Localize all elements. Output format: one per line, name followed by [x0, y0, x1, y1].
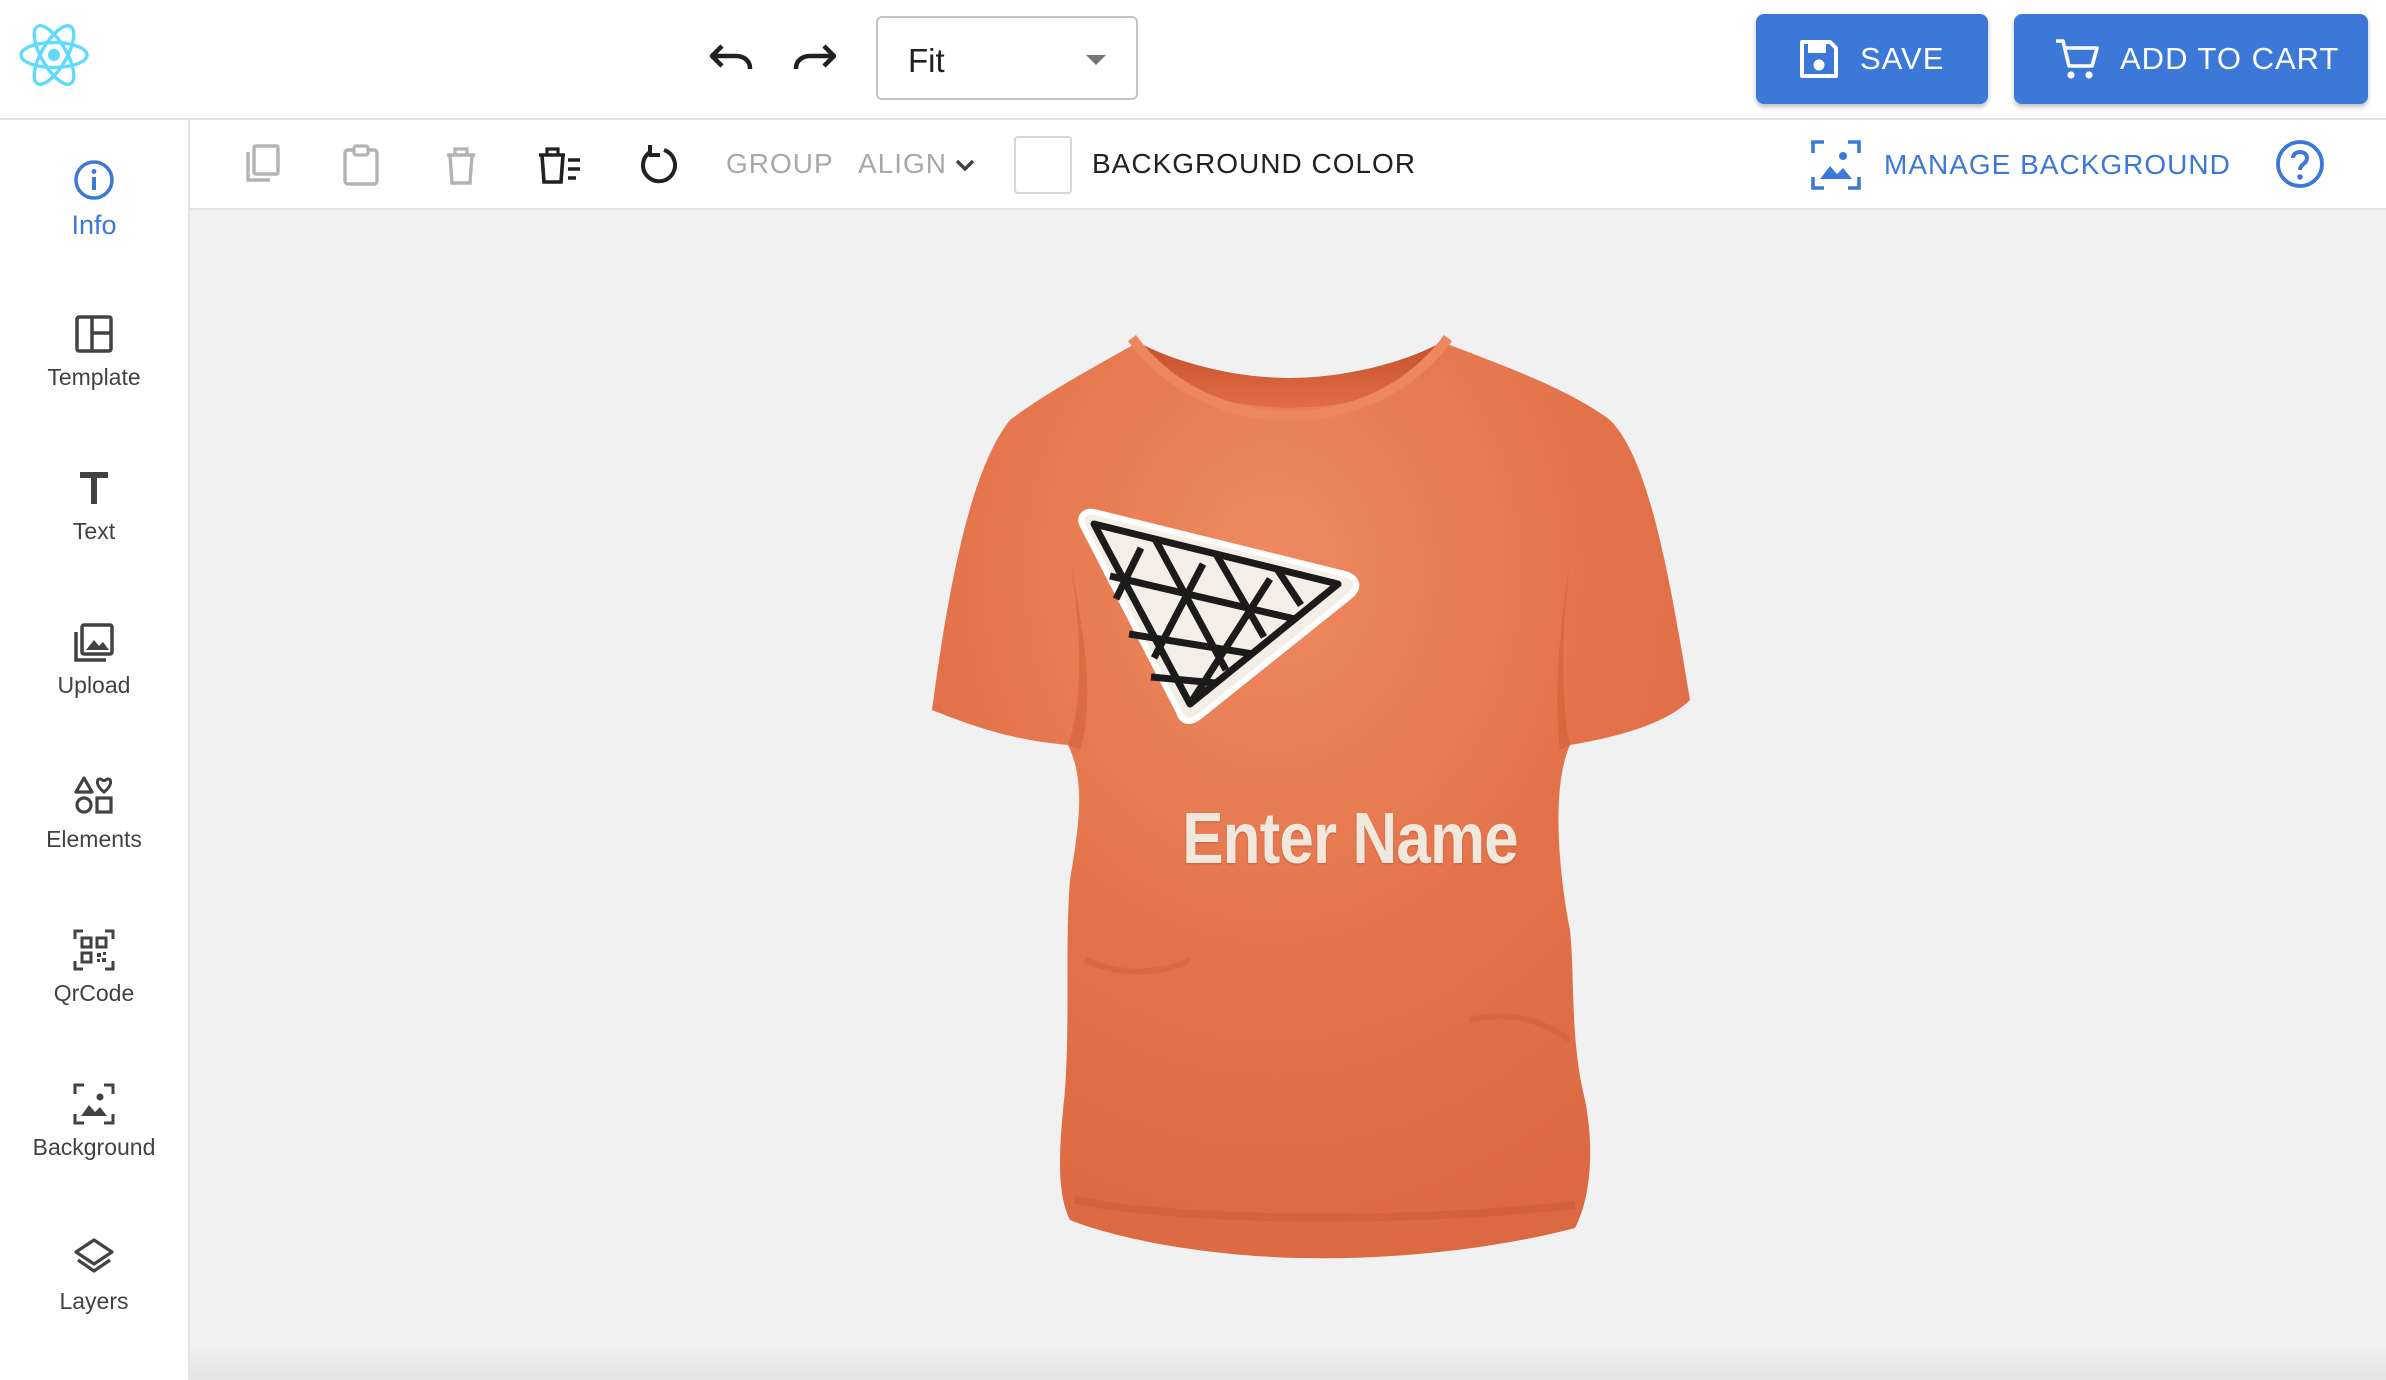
save-label: SAVE	[1860, 41, 1945, 76]
sidebar-item-elements[interactable]: Elements	[0, 774, 188, 894]
layers-icon	[74, 1238, 114, 1273]
manage-background-icon	[1811, 140, 1861, 190]
save-button[interactable]: SAVE	[1756, 14, 1988, 104]
template-icon	[75, 315, 113, 353]
help-icon[interactable]	[2274, 138, 2326, 190]
delete-all-icon[interactable]	[536, 142, 582, 188]
group-button[interactable]: GROUP	[726, 148, 834, 180]
align-button[interactable]: ALIGN	[858, 148, 947, 180]
background-icon	[73, 1083, 115, 1125]
canvas-bottom-shadow	[190, 1346, 2386, 1380]
undo-icon[interactable]	[708, 38, 754, 78]
sidebar-item-label: Upload	[57, 672, 131, 698]
add-to-cart-button[interactable]: ADD TO CART	[2014, 14, 2368, 104]
sidebar-item-upload[interactable]: Upload	[0, 620, 188, 740]
sidebar-item-label: QrCode	[53, 980, 135, 1006]
paste-icon[interactable]	[338, 142, 384, 188]
design-name-text[interactable]: Enter Name	[1152, 798, 1548, 880]
sidebar: Info Template Text Upload Elements QrCod…	[0, 120, 190, 1380]
sidebar-item-label: Text	[72, 518, 116, 544]
background-color-button[interactable]: BACKGROUND COLOR	[1092, 148, 1416, 180]
delete-icon[interactable]	[438, 142, 484, 188]
sidebar-item-qrcode[interactable]: QrCode	[0, 928, 188, 1048]
top-bar: Fit SAVE ADD TO CART	[0, 0, 2386, 120]
react-logo-icon	[19, 24, 89, 86]
sidebar-item-info[interactable]: Info	[0, 158, 188, 278]
sidebar-item-label: Background	[32, 1134, 156, 1160]
sidebar-item-label: Layers	[59, 1288, 129, 1314]
sidebar-item-label: Info	[71, 210, 117, 240]
chevron-down-icon	[1086, 55, 1106, 65]
cart-icon	[2056, 39, 2099, 79]
reset-icon[interactable]	[636, 142, 682, 188]
background-color-swatch[interactable]	[1014, 136, 1072, 194]
chevron-down-icon[interactable]	[954, 154, 976, 176]
elements-icon	[74, 776, 113, 814]
add-to-cart-label: ADD TO CART	[2120, 41, 2340, 76]
save-icon	[1800, 40, 1838, 78]
sidebar-item-label: Elements	[46, 826, 142, 852]
zoom-select[interactable]: Fit	[876, 16, 1138, 100]
text-icon	[80, 472, 108, 504]
manage-background-button[interactable]: MANAGE BACKGROUND	[1810, 138, 2231, 192]
sidebar-item-background[interactable]: Background	[0, 1082, 188, 1202]
sidebar-item-template[interactable]: Template	[0, 312, 188, 432]
sidebar-item-layers[interactable]: Layers	[0, 1236, 188, 1356]
info-icon	[74, 160, 114, 200]
qrcode-icon	[73, 929, 115, 971]
editor-toolbar: GROUP ALIGN BACKGROUND COLOR MANAGE BACK…	[190, 120, 2386, 210]
sidebar-item-text[interactable]: Text	[0, 466, 188, 586]
upload-icon	[74, 623, 114, 662]
sidebar-item-label: Template	[47, 364, 141, 390]
zoom-value: Fit	[908, 42, 945, 79]
manage-background-label: MANAGE BACKGROUND	[1884, 149, 2231, 180]
redo-icon[interactable]	[792, 38, 838, 78]
design-canvas[interactable]: Enter Name	[190, 210, 2386, 1380]
copy-icon[interactable]	[240, 142, 286, 188]
